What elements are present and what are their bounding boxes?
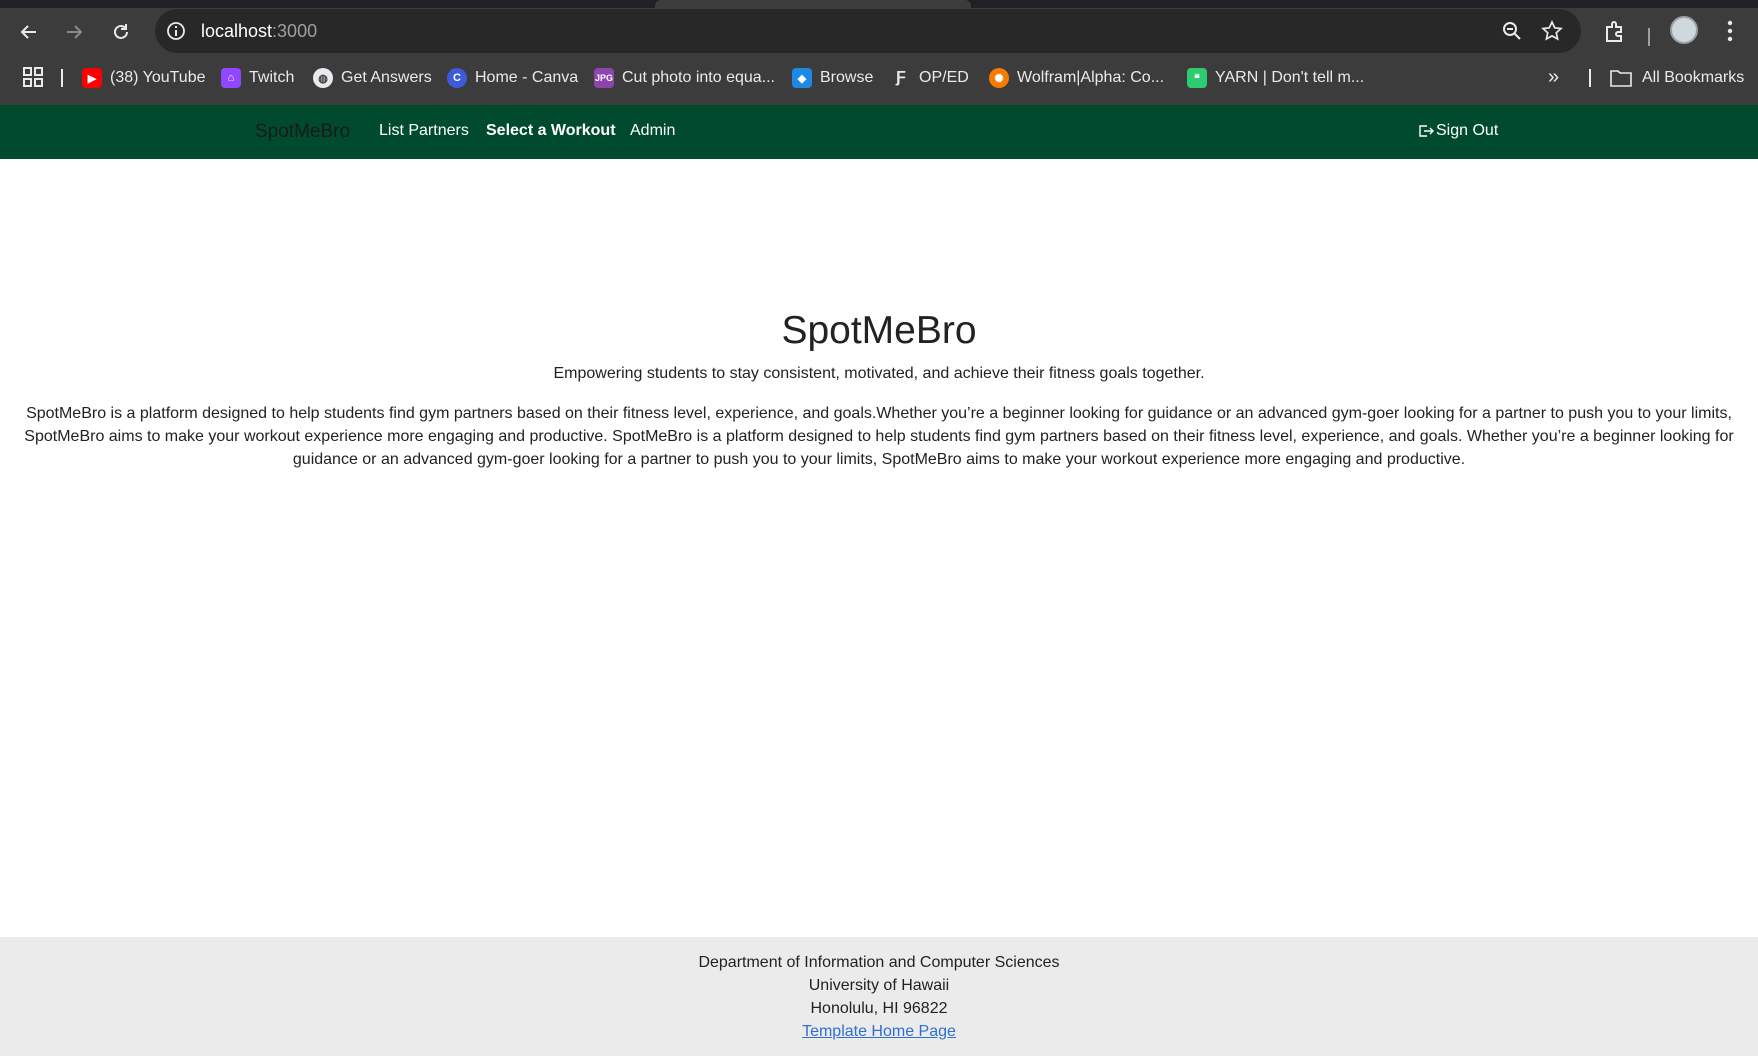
page-footer: Department of Information and Computer S…: [0, 937, 1758, 1056]
footer-department: Department of Information and Computer S…: [698, 954, 1060, 971]
bookmark-star-icon[interactable]: [1541, 20, 1563, 42]
wolfram-icon: ✺: [989, 68, 1009, 88]
url-text[interactable]: localhost:3000: [201, 21, 317, 42]
extensions-icon[interactable]: [1602, 19, 1628, 45]
bookmark-twitch[interactable]: ⌂ Twitch: [221, 64, 294, 92]
footer-university: University of Hawaii: [808, 977, 950, 994]
canva-icon: C: [447, 68, 467, 88]
bookmark-yarn[interactable]: ❝ YARN | Don't tell m...: [1187, 64, 1364, 92]
back-button[interactable]: [14, 17, 44, 47]
page-title: SpotMeBro: [781, 309, 977, 352]
page-description: SpotMeBro is a platform designed to help…: [24, 405, 1734, 468]
url-host: localhost: [201, 21, 273, 41]
bookmark-browse[interactable]: ◆ Browse: [792, 64, 873, 92]
footer-address: Honolulu, HI 96822: [810, 1000, 948, 1017]
bookmark-label: (38) YouTube: [110, 69, 206, 86]
browser-chrome: localhost:3000 ▶ (38) YouTube ⌂ Twitch ◍…: [0, 0, 1758, 105]
url-port: :3000: [272, 21, 318, 41]
app-navbar: SpotMeBro List Partners Select a Workout…: [0, 105, 1758, 159]
toolbar-separator: [1648, 28, 1650, 46]
template-home-link[interactable]: Template Home Page: [802, 1023, 956, 1040]
profile-avatar[interactable]: [1670, 16, 1698, 44]
bookmarks-separator: [61, 69, 63, 87]
jpg-icon: JPG: [594, 68, 614, 88]
bookmark-label: Home - Canva: [475, 69, 579, 86]
nav-admin[interactable]: Admin: [630, 122, 675, 140]
bookmark-label: Twitch: [249, 69, 295, 86]
forward-arrow-icon: [67, 25, 83, 39]
brand-link[interactable]: SpotMeBro: [255, 121, 350, 143]
bookmark-label: OP/ED: [919, 69, 969, 86]
bookmark-label: Get Answers: [341, 69, 432, 86]
bookmark-canva[interactable]: C Home - Canva: [447, 64, 578, 92]
folder-icon: [1610, 70, 1632, 87]
footer-link-row: Template Home Page: [0, 1023, 1758, 1041]
sign-out-icon: [1419, 125, 1434, 137]
all-bookmarks-label: All Bookmarks: [1642, 69, 1745, 86]
bookmark-wolfram[interactable]: ✺ Wolfram|Alpha: Co...: [989, 64, 1164, 92]
bookmarks-bar: ▶ (38) YouTube ⌂ Twitch ◍ Get Answers C …: [0, 60, 1758, 96]
bookmark-label: Cut photo into equa...: [622, 69, 775, 86]
bookmark-oped[interactable]: Ƒ OP/ED: [891, 64, 969, 92]
bookmarks-separator: [1589, 69, 1591, 87]
sign-out-button[interactable]: Sign Out: [1418, 122, 1498, 140]
address-bar[interactable]: localhost:3000: [155, 9, 1581, 53]
browse-icon: ◆: [792, 68, 812, 88]
zoom-icon[interactable]: [1501, 20, 1523, 42]
reload-icon: [114, 24, 128, 39]
bookmark-youtube[interactable]: ▶ (38) YouTube: [82, 64, 205, 92]
bookmark-cut-photo[interactable]: JPG Cut photo into equa...: [594, 64, 775, 92]
yarn-icon: ❝: [1187, 68, 1207, 88]
oped-icon: Ƒ: [896, 69, 906, 86]
site-info-icon[interactable]: [165, 20, 187, 42]
bookmark-label: Browse: [820, 69, 874, 86]
page-subtitle: Empowering students to stay consistent, …: [553, 365, 1205, 382]
main-content: SpotMeBro Empowering students to stay co…: [0, 159, 1758, 937]
back-arrow-icon: [20, 25, 36, 39]
sign-out-label: Sign Out: [1436, 122, 1499, 139]
apps-grid-icon[interactable]: [22, 66, 44, 88]
bookmark-get-answers[interactable]: ◍ Get Answers: [313, 64, 432, 92]
tab-strip: [0, 0, 1758, 8]
bookmark-label: YARN | Don't tell m...: [1215, 69, 1365, 86]
active-tab[interactable]: [655, 0, 971, 8]
forward-button[interactable]: [59, 17, 89, 47]
nav-list-partners[interactable]: List Partners: [379, 122, 469, 140]
all-bookmarks-button[interactable]: All Bookmarks: [1610, 64, 1744, 92]
youtube-icon: ▶: [82, 68, 102, 88]
twitch-icon: ⌂: [221, 68, 241, 88]
menu-kebab-icon[interactable]: [1718, 18, 1742, 44]
more-bookmarks-chevron-icon[interactable]: »: [1548, 66, 1572, 88]
reload-button[interactable]: [106, 17, 136, 47]
browser-toolbar: localhost:3000: [0, 8, 1758, 54]
globe-icon: ◍: [313, 68, 333, 88]
bookmark-label: Wolfram|Alpha: Co...: [1017, 69, 1165, 86]
nav-select-workout[interactable]: Select a Workout: [486, 122, 616, 140]
